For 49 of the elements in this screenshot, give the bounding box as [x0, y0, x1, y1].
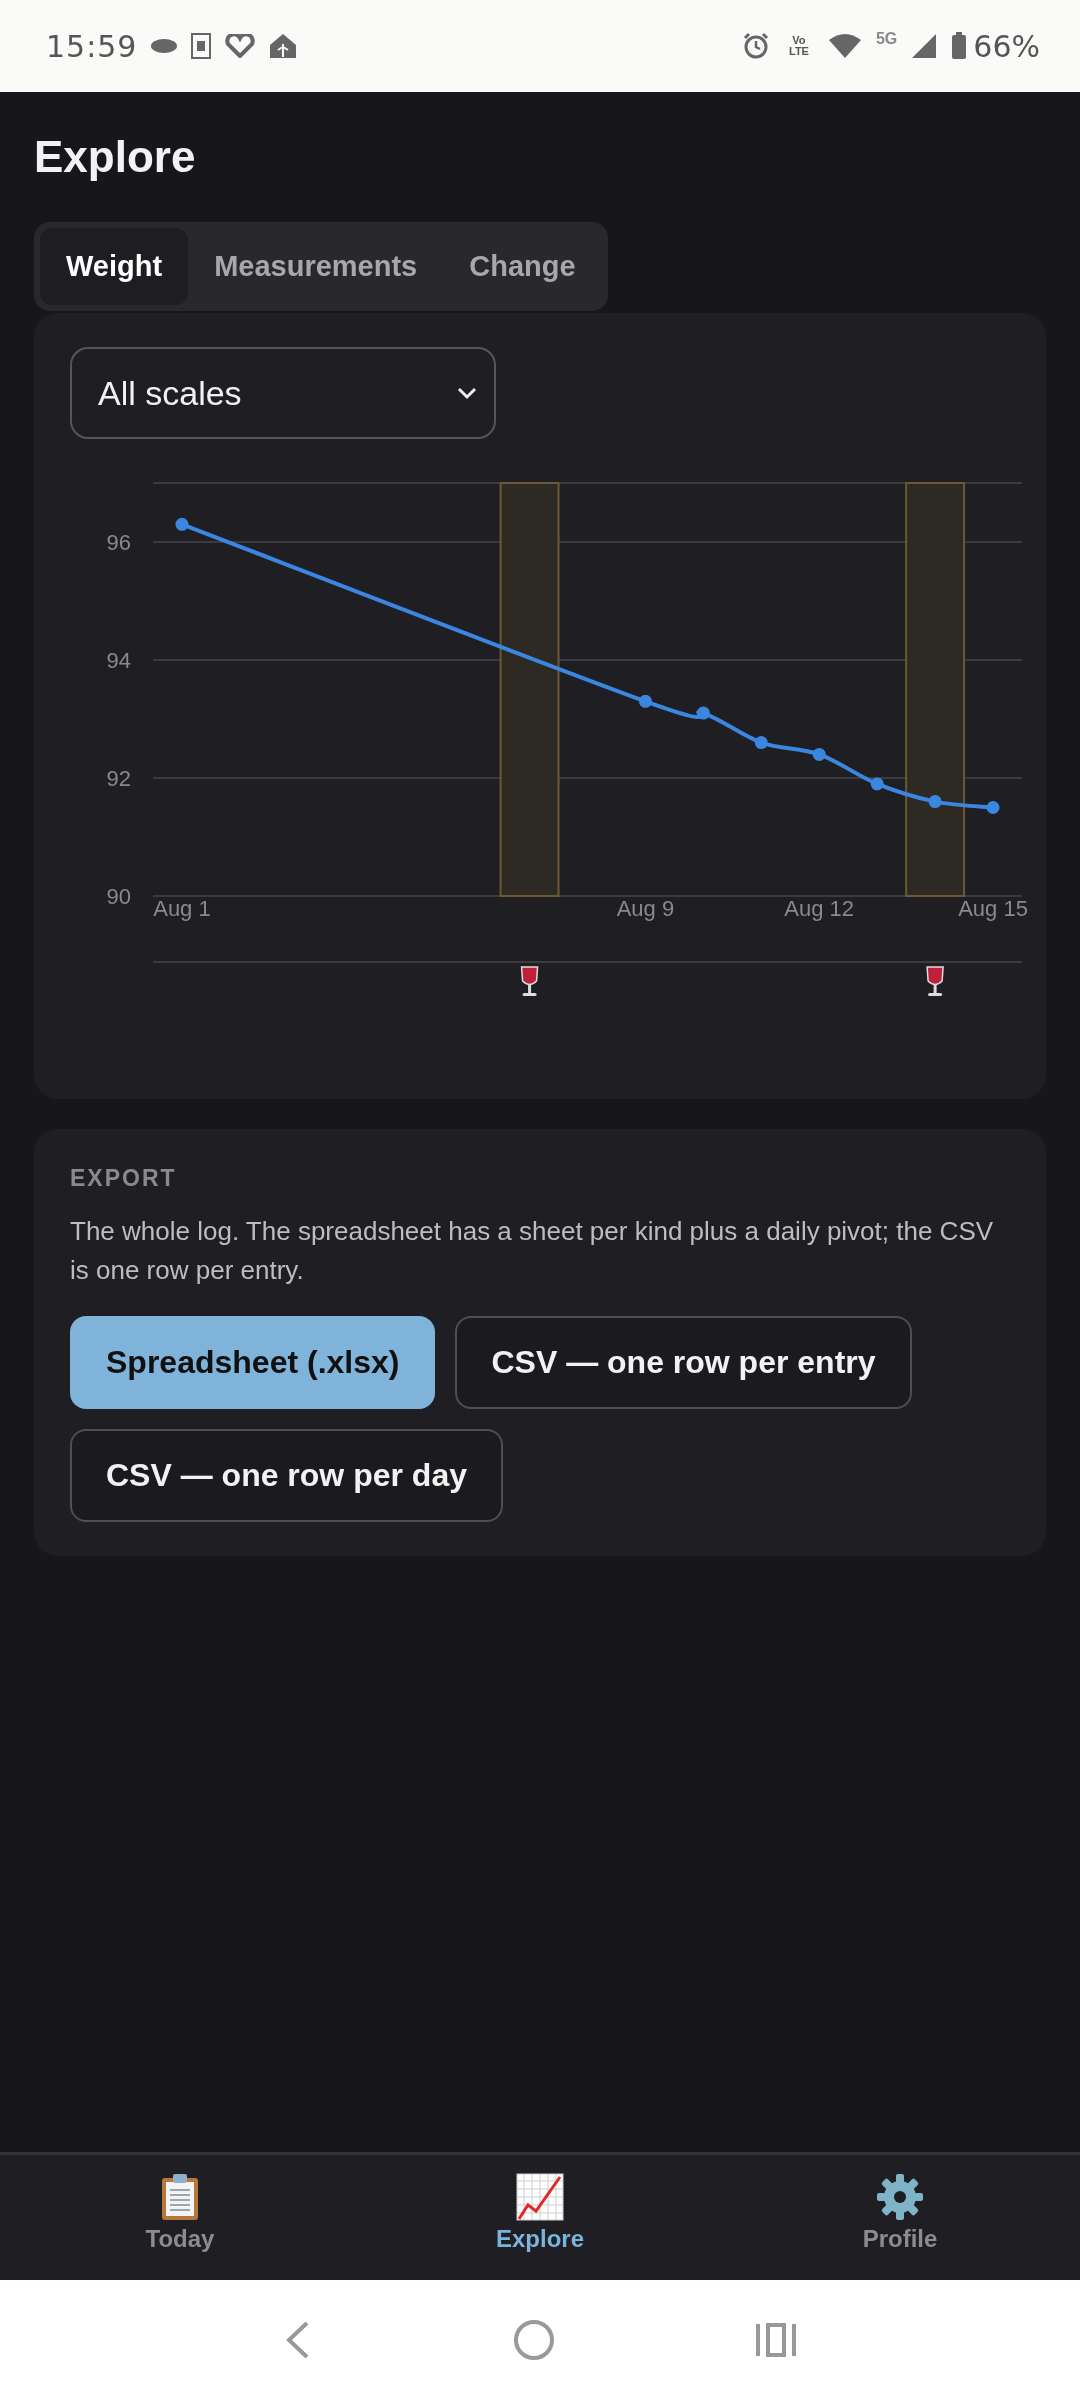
- recents-icon[interactable]: [755, 2322, 797, 2358]
- data-point: [812, 747, 826, 761]
- x-tick-label: Aug 12: [784, 896, 855, 921]
- data-point: [754, 736, 768, 750]
- line-chart-icon: [516, 2173, 564, 2221]
- data-point: [870, 777, 884, 791]
- nav-item[interactable]: Explore: [360, 2155, 720, 2280]
- clock: 15:59: [46, 28, 138, 64]
- battery-level: 66%: [973, 28, 1040, 64]
- card-icon: [191, 33, 212, 59]
- nav-item[interactable]: Today: [0, 2155, 360, 2280]
- y-tick-label: 96: [106, 530, 131, 555]
- scale-dropdown[interactable]: All scales: [70, 347, 496, 439]
- export-button[interactable]: Spreadsheet (.xlsx): [70, 1316, 436, 1409]
- data-point: [638, 694, 652, 708]
- nav-item[interactable]: Profile: [720, 2155, 1080, 2280]
- data-point: [928, 795, 942, 809]
- export-button[interactable]: CSV — one row per day: [70, 1429, 503, 1522]
- tab[interactable]: Change: [443, 228, 602, 305]
- wine-glass-icon: [520, 966, 539, 996]
- export-description: The whole log. The spreadsheet has a sheet per kind plus a daily pivot; the CSV is one row per entry.: [70, 1215, 995, 1287]
- wifi-icon: [827, 33, 862, 59]
- clipboard-icon: [161, 2173, 199, 2221]
- x-tick-label: Aug 1: [153, 896, 211, 921]
- alarm-icon: [741, 32, 770, 60]
- signal-icon: [911, 33, 938, 59]
- battery-icon: [951, 32, 968, 60]
- y-tick-label: 92: [106, 766, 131, 791]
- home-icon: [269, 33, 298, 59]
- tab[interactable]: Weight: [40, 228, 189, 305]
- data-point: [986, 801, 1000, 814]
- volte-indicator: Vo LTE: [788, 35, 810, 57]
- x-tick-label: Aug 15: [958, 896, 1028, 921]
- data-point: [175, 517, 189, 531]
- data-point: [696, 706, 710, 720]
- x-tick-label: Aug 9: [616, 896, 675, 921]
- section-heading: EXPORT: [70, 1165, 178, 1192]
- network-type: 5G: [875, 30, 898, 48]
- export-button[interactable]: CSV — one row per entry: [455, 1316, 912, 1409]
- wine-glass-icon: [926, 966, 944, 996]
- page-title: Explore: [34, 131, 197, 183]
- y-tick-label: 90: [106, 884, 131, 909]
- chevron-down-icon: [456, 386, 478, 400]
- gear-icon: [876, 2173, 924, 2221]
- heart-icon: [225, 34, 256, 58]
- tab[interactable]: Measurements: [188, 228, 444, 305]
- home-button-icon[interactable]: [513, 2319, 555, 2361]
- cloud-icon: [151, 39, 178, 53]
- y-tick-label: 94: [106, 648, 131, 673]
